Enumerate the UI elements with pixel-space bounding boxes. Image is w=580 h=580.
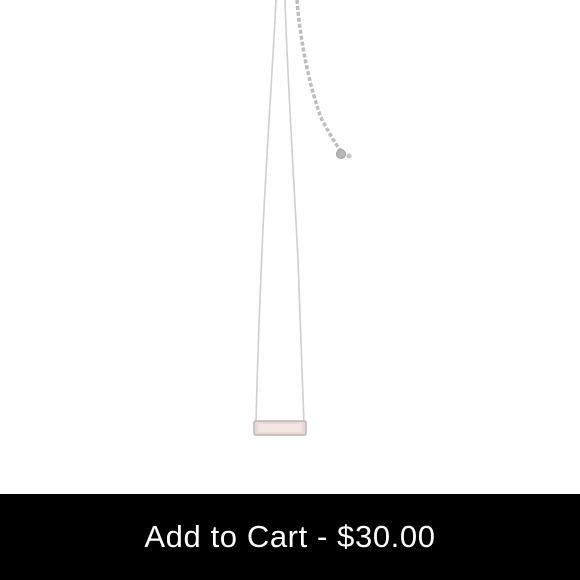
chain-strand-left [255,0,277,423]
extender-bead [336,149,346,159]
add-to-cart-label: Add to Cart - $30.00 [144,519,436,554]
extender-chain [295,0,344,154]
necklace-image [253,0,352,436]
product-image [0,0,580,494]
extender-tip [346,153,352,159]
product-page: Add to Cart - $30.00 [0,0,580,580]
chain-strand-right [284,0,305,425]
bar-pendant-stone [258,424,302,432]
add-to-cart-button[interactable]: Add to Cart - $30.00 [0,494,580,580]
